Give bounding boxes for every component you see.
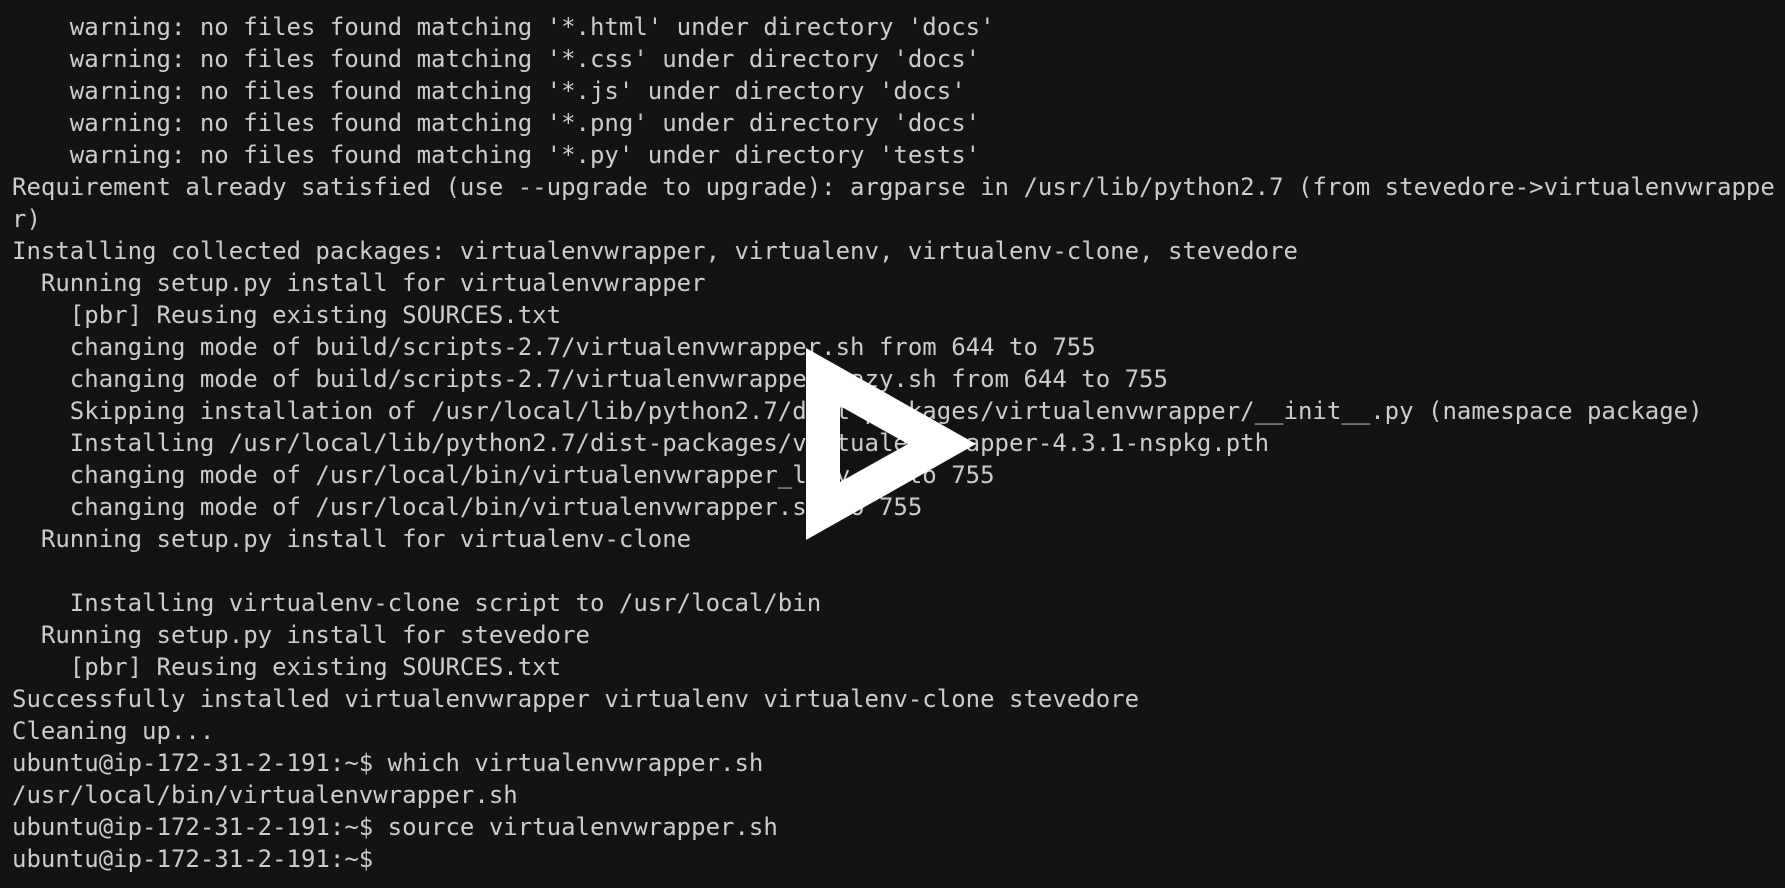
terminal-line: Successfully installed virtualenvwrapper… (12, 685, 1140, 713)
terminal-line: Cleaning up... (12, 717, 215, 745)
terminal-line: /usr/local/bin/virtualenvwrapper.sh (12, 781, 518, 809)
terminal-window: warning: no files found matching '*.html… (0, 0, 1785, 888)
play-button[interactable] (806, 348, 976, 540)
play-icon (806, 348, 976, 540)
terminal-line: warning: no files found matching '*.py' … (12, 141, 981, 169)
terminal-line: Installing collected packages: virtualen… (12, 237, 1298, 265)
terminal-line: [pbr] Reusing existing SOURCES.txt (12, 301, 562, 329)
terminal-line: [pbr] Reusing existing SOURCES.txt (12, 653, 562, 681)
terminal-line: Requirement already satisfied (use --upg… (12, 173, 1775, 201)
terminal-line: ubuntu@ip-172-31-2-191:~$ which virtuale… (12, 749, 764, 777)
terminal-line: Running setup.py install for stevedore (12, 621, 590, 649)
terminal-line: warning: no files found matching '*.png'… (12, 109, 981, 137)
terminal-line: Installing virtualenv-clone script to /u… (12, 589, 822, 617)
terminal-line: r) (12, 205, 41, 233)
terminal-line: warning: no files found matching '*.css'… (12, 45, 981, 73)
terminal-line: ubuntu@ip-172-31-2-191:~$ source virtual… (12, 813, 778, 841)
terminal-prompt-line[interactable]: ubuntu@ip-172-31-2-191:~$ (12, 843, 1785, 875)
terminal-line: Running setup.py install for virtualenvw… (12, 269, 706, 297)
terminal-line: warning: no files found matching '*.js' … (12, 77, 966, 105)
terminal-line: warning: no files found matching '*.html… (12, 13, 995, 41)
